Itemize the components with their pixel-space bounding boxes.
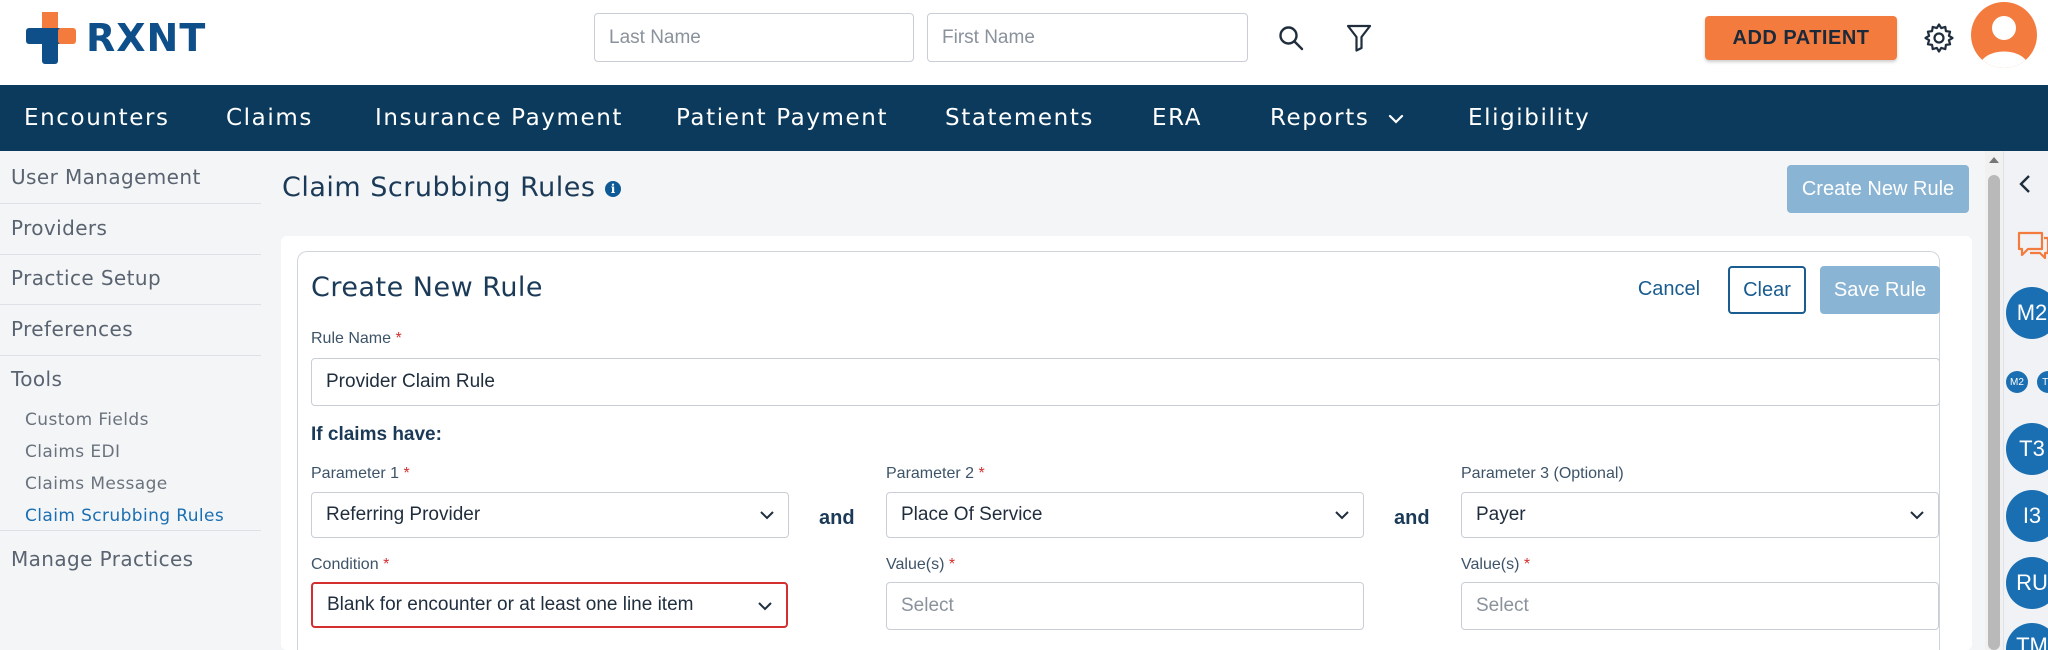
required-mark: * (978, 465, 985, 482)
chevron-down-icon (1335, 511, 1349, 520)
required-mark: * (395, 330, 402, 347)
scrollbar-thumb[interactable] (1988, 175, 2000, 650)
filter-icon[interactable] (1339, 18, 1379, 58)
gear-icon[interactable] (1919, 18, 1959, 58)
chat-icon[interactable] (2016, 229, 2048, 261)
values-3-label: Value(s) * (1461, 556, 1530, 574)
sidebar-divider (0, 530, 261, 531)
conditions-section-label: If claims have: (311, 424, 442, 445)
nav-insurance-payment[interactable]: Insurance Payment (375, 85, 623, 151)
chevron-down-icon (1389, 114, 1404, 124)
and-connector: and (1394, 507, 1430, 529)
chat-bubble-ru[interactable]: RU (2006, 557, 2048, 609)
nav-encounters[interactable]: Encounters (24, 85, 170, 151)
sidebar-divider (0, 304, 261, 305)
condition-label: Condition * (311, 556, 389, 574)
rule-name-label: Rule Name * (311, 330, 402, 348)
create-new-rule-button[interactable]: Create New Rule (1787, 165, 1969, 213)
right-rail: M2 M2 T3 T3 I3 RU TM (2003, 151, 2048, 650)
chat-bubble-i3[interactable]: I3 (2006, 490, 2048, 542)
chevron-left-icon[interactable] (2018, 174, 2032, 194)
parameter-1-label: Parameter 1 * (311, 465, 410, 483)
and-connector: and (819, 507, 855, 529)
sidebar-item-practice-setup[interactable]: Practice Setup (11, 266, 261, 290)
parameter-2-value: Place Of Service (901, 504, 1043, 525)
required-mark: * (403, 465, 410, 482)
nav-reports-label: Reports (1270, 105, 1370, 131)
parameter-3-value: Payer (1476, 504, 1526, 525)
search-icon[interactable] (1271, 18, 1311, 58)
values-3-label-text: Value(s) (1461, 556, 1520, 573)
sidebar-item-tools[interactable]: Tools (11, 367, 261, 391)
chevron-down-icon (760, 511, 774, 520)
parameter-2-label: Parameter 2 * (886, 465, 985, 483)
nav-reports[interactable]: Reports (1270, 85, 1404, 151)
nav-patient-payment[interactable]: Patient Payment (676, 85, 888, 151)
nav-era[interactable]: ERA (1152, 85, 1202, 151)
page-title: Claim Scrubbing Rules (282, 172, 596, 203)
chat-bubble-t3[interactable]: T3 (2006, 423, 2048, 475)
values-2-label-text: Value(s) (886, 556, 945, 573)
parameter-1-select[interactable]: Referring Provider (311, 492, 789, 538)
values-3-select[interactable]: Select (1461, 582, 1939, 630)
values-2-label: Value(s) * (886, 556, 955, 574)
sidebar-divider (0, 254, 261, 255)
chat-bubble-tm[interactable]: TM (2006, 623, 2048, 650)
chevron-down-icon (1910, 511, 1924, 520)
condition-select[interactable]: Blank for encounter or at least one line… (311, 582, 788, 628)
sidebar-item-providers[interactable]: Providers (11, 216, 261, 240)
sidebar-subitem-claims-edi[interactable]: Claims EDI (25, 442, 120, 462)
condition-label-text: Condition (311, 556, 379, 573)
required-mark: * (1523, 556, 1531, 573)
required-mark: * (948, 556, 956, 573)
parameter-3-label: Parameter 3 (Optional) (1461, 465, 1624, 482)
user-avatar[interactable] (1971, 2, 2037, 68)
chat-bubble-small-t3[interactable]: T3 (2037, 371, 2048, 393)
rule-name-value: Provider Claim Rule (326, 371, 495, 392)
parameter-1-label-text: Parameter 1 (311, 465, 400, 482)
scroll-up-arrow-icon[interactable] (1989, 157, 1999, 163)
sidebar-item-user-management[interactable]: User Management (11, 165, 261, 189)
first-name-input[interactable] (927, 13, 1248, 62)
required-mark: * (383, 556, 390, 573)
info-icon[interactable]: i (605, 181, 621, 197)
rxnt-logo[interactable]: RXNT (26, 12, 206, 64)
values-3-placeholder: Select (1476, 595, 1529, 616)
nav-eligibility[interactable]: Eligibility (1468, 85, 1590, 151)
clear-button[interactable]: Clear (1728, 266, 1806, 314)
logo-cross-icon (26, 12, 78, 64)
main-nav: Encounters Claims Insurance Payment Pati… (0, 85, 2048, 151)
rule-name-input[interactable]: Provider Claim Rule (311, 358, 1940, 406)
top-header: RXNT ADD PATIENT (0, 0, 2048, 85)
nav-claims[interactable]: Claims (226, 85, 313, 151)
parameter-2-label-text: Parameter 2 (886, 465, 975, 482)
page-scrollbar[interactable] (1985, 151, 2003, 650)
parameter-1-value: Referring Provider (326, 504, 481, 525)
cancel-button[interactable]: Cancel (1636, 266, 1702, 312)
rule-name-label-text: Rule Name (311, 330, 392, 347)
sidebar-subitem-claims-message[interactable]: Claims Message (25, 474, 168, 494)
sidebar-divider (0, 203, 261, 204)
values-2-select[interactable]: Select (886, 582, 1364, 630)
sidebar-item-preferences[interactable]: Preferences (11, 317, 261, 341)
parameter-2-select[interactable]: Place Of Service (886, 492, 1364, 538)
brand-name: RXNT (86, 16, 207, 60)
chevron-down-icon (758, 602, 772, 611)
last-name-input[interactable] (594, 13, 914, 62)
save-rule-button[interactable]: Save Rule (1820, 266, 1940, 314)
sidebar-item-manage-practices[interactable]: Manage Practices (11, 547, 261, 571)
values-2-placeholder: Select (901, 595, 954, 616)
sidebar-divider (0, 355, 261, 356)
chat-bubble-small-m2[interactable]: M2 (2006, 371, 2028, 393)
sidebar-subitem-claim-scrubbing-rules[interactable]: Claim Scrubbing Rules (25, 506, 224, 526)
condition-value: Blank for encounter or at least one line… (327, 594, 694, 615)
form-title: Create New Rule (311, 272, 544, 303)
sidebar-subitem-custom-fields[interactable]: Custom Fields (25, 410, 149, 430)
chat-bubble-m2[interactable]: M2 (2006, 287, 2048, 339)
add-patient-button[interactable]: ADD PATIENT (1705, 16, 1897, 60)
nav-statements[interactable]: Statements (945, 85, 1094, 151)
parameter-3-select[interactable]: Payer (1461, 492, 1939, 538)
